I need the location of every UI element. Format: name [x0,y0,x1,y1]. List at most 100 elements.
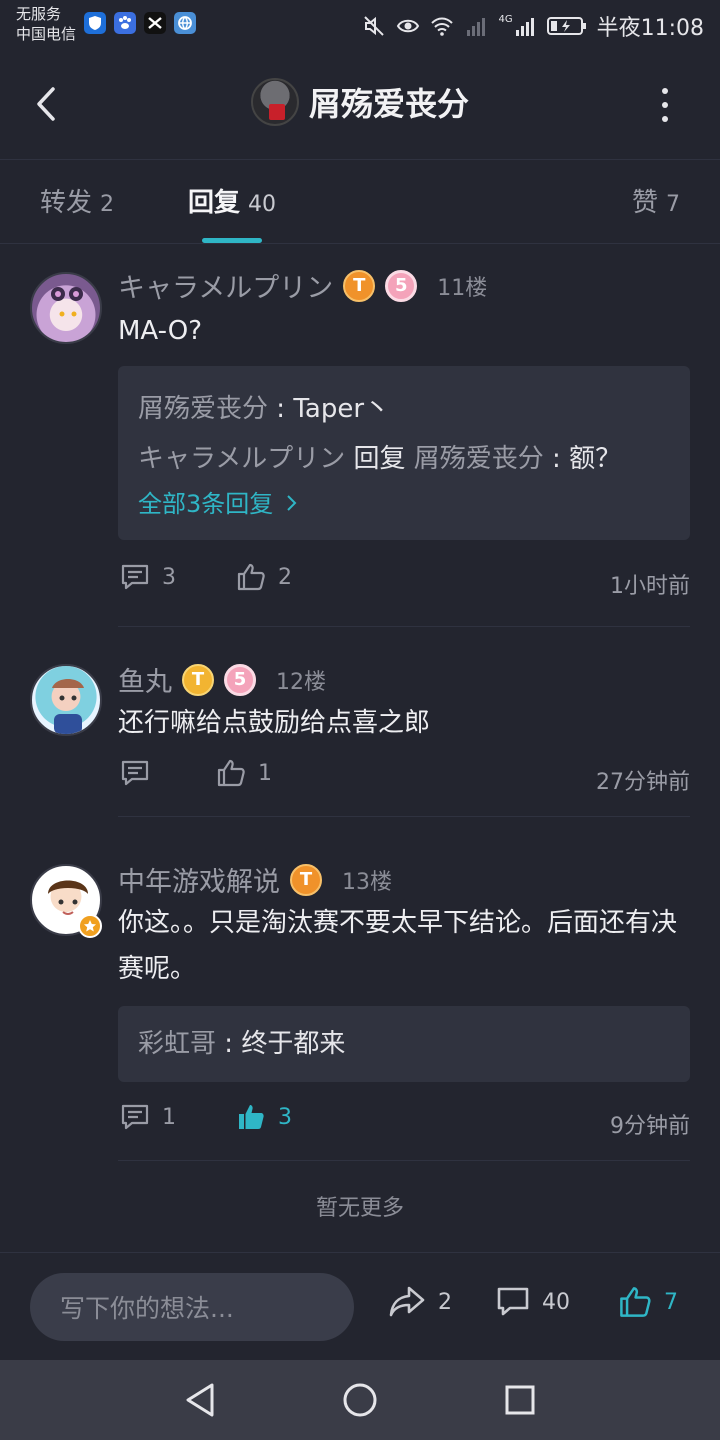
divider [118,626,690,627]
tab-replies[interactable]: 回复 40 [188,182,276,219]
signal-icon [515,18,534,36]
carrier-name: 中国电信 [16,25,77,43]
reply-target[interactable]: 屑殇爱丧分 [414,444,544,474]
signal-empty-icon [467,18,486,36]
comment-actions: 1 27分钟前 [118,758,690,798]
reply-author[interactable]: 屑殇爱丧分 [138,394,268,424]
avatar[interactable] [250,78,299,126]
comment-text: 你这。。只是淘汰赛不要太早下结论。后面还有决赛呢。 [118,908,678,984]
comment-icon [121,1104,149,1130]
like-button[interactable]: 3 [236,1102,292,1132]
share-count: 2 [438,1289,452,1315]
floor-number: 13楼 [342,869,392,895]
username[interactable]: 中年游戏解说 [118,860,280,899]
page-title: 屑殇爱丧分 [308,85,469,123]
reply-line: 屑殇爱丧分 : Taper丶 [138,384,670,434]
reply-separator: : [216,1029,242,1059]
timestamp: 27分钟前 [596,770,690,795]
triangle-back-icon [186,1383,214,1417]
comment-meta: 鱼丸 T 5 12楼 [118,660,326,699]
share-arrow-icon [389,1286,425,1317]
cellular-signal: 4G [498,14,536,38]
tab-label: 转发 [40,188,93,218]
like-button[interactable]: 7 [618,1285,678,1319]
t-badge-icon: T [290,863,322,896]
floor-number: 12楼 [276,669,326,695]
comment-bubble-icon [497,1287,529,1316]
header: 屑殇爱丧分 [0,50,720,160]
reply-separator: : [268,394,294,424]
chevron-right-icon [287,495,297,511]
cartoon-avatar-icon [52,679,84,734]
reply-text: Taper丶 [293,394,391,424]
avatar[interactable] [30,664,102,736]
nav-recents-button[interactable] [500,1380,540,1420]
level-badge-icon: 5 [224,663,256,696]
comment-meta: キャラメルプリン T 5 11楼 [118,266,487,305]
tab-repost[interactable]: 转发 2 [40,182,114,219]
battery-charging-icon [546,17,586,35]
reply-button[interactable] [120,758,162,788]
comment-count: 40 [542,1289,570,1315]
comment-text: MA-O? [118,316,203,346]
nav-back-button[interactable] [180,1380,220,1420]
square-recents-icon [505,1385,535,1415]
comment-actions: 3 2 1小时前 [118,562,690,602]
divider [118,816,690,817]
timestamp: 9分钟前 [610,1114,690,1139]
tab-label: 回复 [188,188,241,218]
wifi-icon [431,17,454,36]
like-count: 7 [664,1289,678,1315]
reply-author[interactable]: キャラメルプリン [138,444,345,474]
timestamp: 1小时前 [610,574,690,599]
more-dot-icon [662,88,668,94]
floor-number: 11楼 [437,275,488,301]
circle-home-icon [343,1383,377,1417]
reply-count: 3 [162,564,176,590]
shield-app-icon [84,12,106,34]
header-user[interactable]: 屑殇爱丧分 [0,78,720,126]
reply-line: キャラメルプリン 回复 屑殇爱丧分 : 额？ [138,434,670,484]
like-count: 2 [278,564,292,590]
status-indicators: 4G 半夜11:08 [362,10,704,42]
system-nav-bar [0,1360,720,1440]
more-options-button[interactable] [650,88,680,122]
reply-author[interactable]: 彩虹哥 [138,1029,216,1059]
view-all-replies-link[interactable]: 全部3条回复 [138,484,670,524]
reply-button[interactable]: 1 [120,1102,176,1132]
reply-preview[interactable]: 屑殇爱丧分 : Taper丶 キャラメルプリン 回复 屑殇爱丧分 : 额？ 全部… [118,366,690,540]
comment-text: 还行嘛给点鼓励给点喜之郎 [118,708,431,738]
share-button[interactable]: 2 [388,1285,452,1319]
network-type: 4G [498,14,513,25]
nav-home-button[interactable] [340,1380,380,1420]
thumbs-up-icon [620,1287,651,1317]
more-dot-icon [662,116,668,122]
tab-label: 赞 [631,188,658,218]
reply-text: 额？ [569,444,622,474]
reply-button[interactable]: 3 [120,562,176,592]
thumbs-up-icon [217,759,245,787]
like-button[interactable]: 2 [236,562,292,592]
carrier-status: 无服务 [16,5,62,23]
like-button[interactable]: 1 [216,758,272,788]
reply-text: 终于都来 [241,1029,346,1059]
avatar[interactable] [30,272,102,344]
clock: 半夜11:08 [596,16,704,41]
mute-icon [364,16,385,36]
reply-preview[interactable]: 彩虹哥 : 终于都来 [118,1006,690,1082]
tab-count: 40 [248,192,277,217]
comment-input[interactable]: 写下你的想法... [30,1273,354,1341]
comment-button[interactable]: 40 [496,1285,570,1319]
status-bar: 无服务 中国电信 4G 半夜11:08 [0,0,720,50]
like-count: 1 [258,760,272,786]
reply-keyword: 回复 [345,444,414,474]
anime-avatar-icon [51,287,83,317]
t-badge-icon: T [182,663,214,696]
reply-separator: : [543,444,570,474]
tab-likes[interactable]: 赞7 [632,182,680,219]
username[interactable]: 鱼丸 [118,660,172,699]
more-dot-icon [662,102,668,108]
reply-count: 1 [162,1104,176,1130]
username[interactable]: キャラメルプリン [118,266,333,305]
tab-count: 2 [100,192,115,217]
